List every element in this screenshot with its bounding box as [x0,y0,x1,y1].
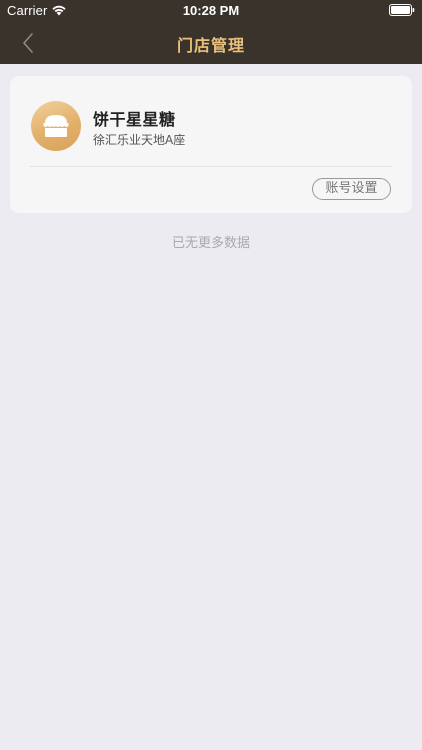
store-address: 徐汇乐业天地A座 [93,133,186,147]
no-more-data-label: 已无更多数据 [171,236,250,251]
battery-icon [389,4,415,16]
status-time: 10:28 PM [182,3,240,18]
store-icon [43,115,69,137]
card-divider [30,166,392,167]
account-settings-button[interactable]: 账号设置 [312,178,391,200]
store-avatar [31,101,81,151]
status-bar: Carrier 10:28 PM [0,0,422,22]
store-name: 饼干星星糖 [93,110,176,129]
navigation-bar: 门店管理 [0,22,422,64]
page-title: 门店管理 [176,36,245,55]
top-bar: Carrier 10:28 PM 门店管理 [0,0,422,64]
store-card[interactable]: 饼干星星糖 徐汇乐业天地A座 账号设置 [10,76,412,213]
